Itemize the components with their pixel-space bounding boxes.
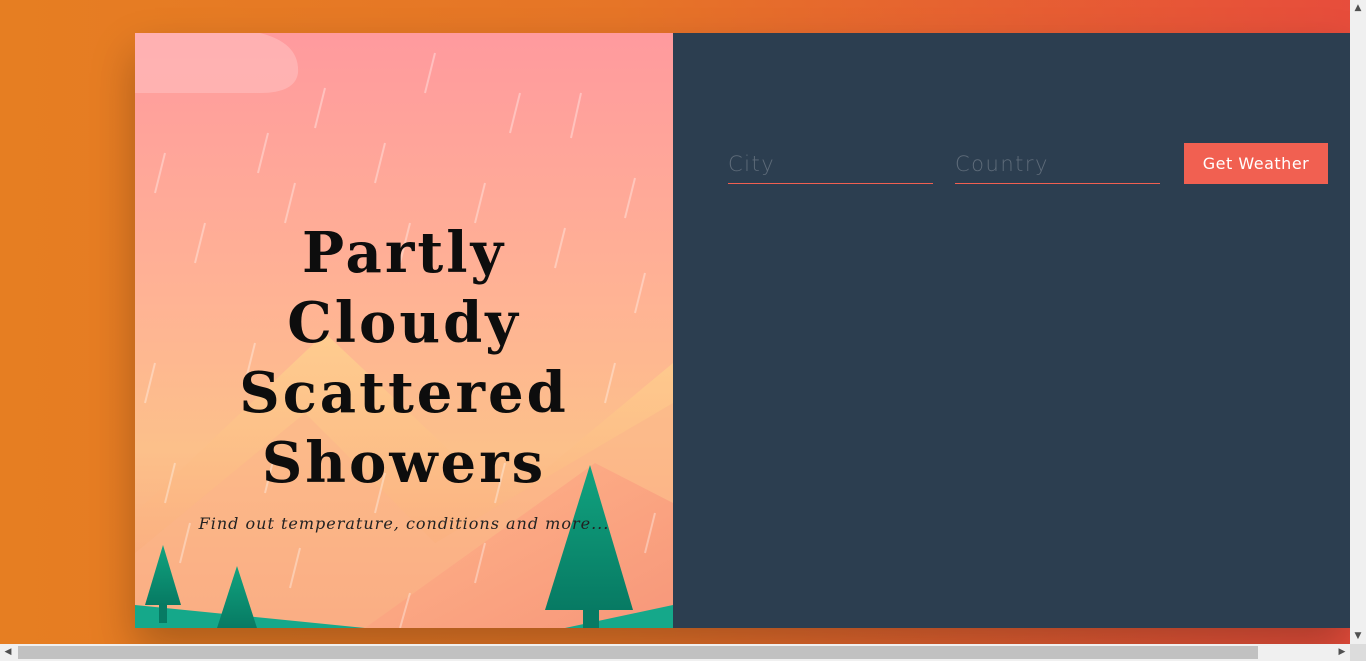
scroll-left-arrow-icon[interactable]: ◀ [0, 644, 16, 661]
hero-subtitle: Find out temperature, conditions and mor… [198, 514, 610, 533]
weather-form-panel: Get Weather [673, 33, 1350, 628]
horizontal-scroll-thumb[interactable] [18, 646, 1258, 659]
hero-panel: Partly Cloudy Scattered Showers Find out… [135, 33, 673, 628]
hero-title: Partly Cloudy Scattered Showers [135, 218, 673, 498]
hero-title-line-2: Scattered [239, 360, 569, 426]
hero-title-line-3: Showers [261, 430, 547, 496]
browser-viewport: Partly Cloudy Scattered Showers Find out… [0, 0, 1350, 644]
hero-title-line-1: Partly Cloudy [287, 220, 521, 356]
horizontal-scrollbar[interactable]: ◀ ▶ [0, 644, 1350, 661]
vertical-scrollbar[interactable]: ▲ ▼ [1350, 0, 1366, 644]
hero-text: Partly Cloudy Scattered Showers Find out… [135, 218, 673, 533]
scrollbar-corner [1350, 644, 1366, 661]
city-input[interactable] [728, 145, 933, 184]
get-weather-button[interactable]: Get Weather [1184, 143, 1328, 184]
scroll-down-arrow-icon[interactable]: ▼ [1350, 628, 1366, 644]
weather-app-card: Partly Cloudy Scattered Showers Find out… [135, 33, 1350, 628]
scroll-up-arrow-icon[interactable]: ▲ [1350, 0, 1366, 16]
country-input[interactable] [955, 145, 1160, 184]
cloud-shape [135, 33, 299, 93]
scroll-right-arrow-icon[interactable]: ▶ [1334, 644, 1350, 661]
